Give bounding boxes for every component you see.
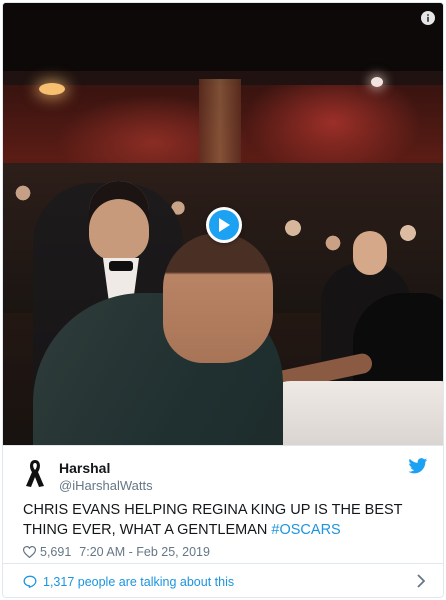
heart-icon: [23, 546, 36, 558]
video-frame-person: [163, 233, 273, 363]
info-icon: [427, 14, 429, 22]
video-frame-person: [261, 381, 443, 445]
author-info[interactable]: Harshal @iHarshalWatts: [59, 460, 153, 494]
video-frame-person: [353, 231, 387, 275]
author-name[interactable]: Harshal: [59, 460, 153, 477]
play-button[interactable]: [206, 207, 242, 243]
tweet-text: CHRIS EVANS HELPING REGINA KING UP IS TH…: [23, 500, 428, 540]
twitter-logo-link[interactable]: [408, 458, 428, 474]
author-avatar[interactable]: [23, 458, 47, 490]
play-icon: [219, 218, 230, 232]
video-player[interactable]: [3, 3, 443, 445]
tweet-meta: 5,691 7:20 AM - Feb 25, 2019: [23, 545, 210, 559]
speech-bubble-icon: [23, 575, 37, 588]
author-handle[interactable]: @iHarshalWatts: [59, 477, 153, 494]
like-count: 5,691: [40, 545, 72, 559]
twitter-bird-icon: [408, 458, 428, 474]
video-frame-light: [39, 83, 65, 95]
tweet-timestamp[interactable]: 7:20 AM - Feb 25, 2019: [79, 545, 210, 559]
video-frame-person: [89, 181, 149, 261]
tweet-body: Harshal @iHarshalWatts CHRIS EVANS HELPI…: [3, 445, 443, 563]
hashtag-link[interactable]: #OSCARS: [271, 522, 340, 538]
like-action[interactable]: 5,691: [23, 545, 71, 559]
conversation-text: 1,317 people are talking about this: [43, 574, 235, 589]
video-frame-light: [371, 77, 383, 87]
video-frame-person: [109, 261, 133, 271]
info-button[interactable]: [421, 11, 435, 25]
embedded-tweet-card: Harshal @iHarshalWatts CHRIS EVANS HELPI…: [2, 2, 444, 598]
chevron-right-icon: [417, 574, 426, 591]
black-ribbon-icon: [26, 460, 44, 487]
video-frame-backdrop: [3, 3, 443, 85]
conversation-link[interactable]: 1,317 people are talking about this: [3, 563, 443, 597]
tweet-text-main: CHRIS EVANS HELPING REGINA KING UP IS TH…: [23, 502, 403, 538]
